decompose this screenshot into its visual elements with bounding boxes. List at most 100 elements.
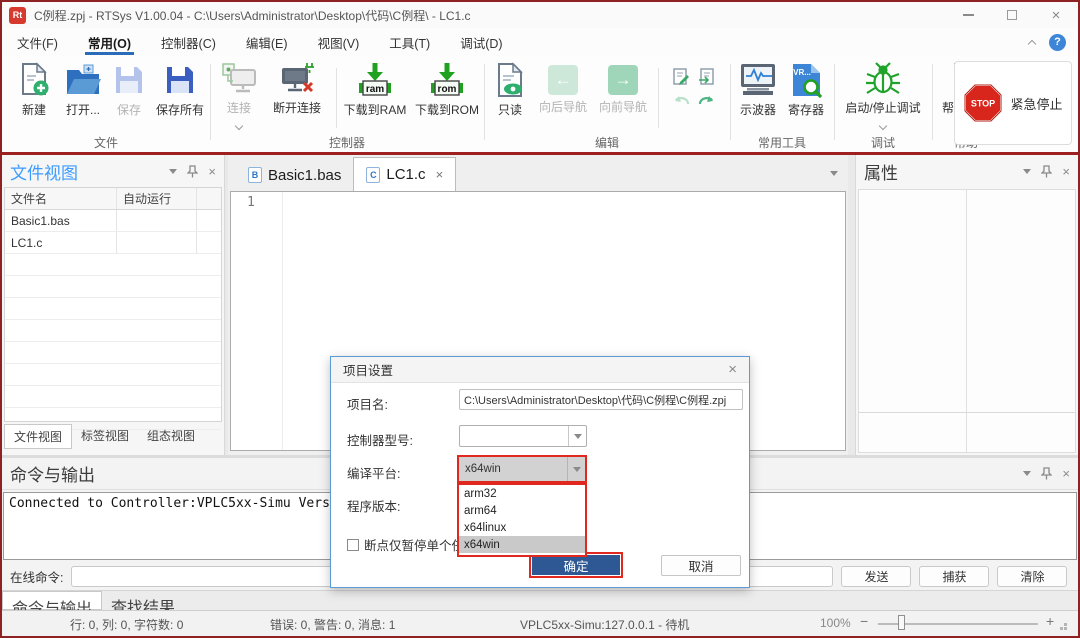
tab-list-dropdown-icon[interactable] xyxy=(830,171,838,176)
ribbon-group-debug: 调试 xyxy=(834,134,932,150)
emergency-stop-button[interactable]: STOP 紧急停止 xyxy=(954,61,1072,145)
panel-menu-icon[interactable] xyxy=(1023,169,1031,174)
file-row-lc1[interactable]: LC1.c xyxy=(5,232,221,254)
controller-status: VPLC5xx-Simu:127.0.0.1 - 待机 xyxy=(520,616,689,633)
ribbon-group-tools: 常用工具 xyxy=(730,134,834,150)
project-name-label: 项目名: xyxy=(347,394,388,413)
panel-menu-icon[interactable] xyxy=(169,169,177,174)
menu-view[interactable]: 视图(V) xyxy=(303,28,375,56)
panel-menu-icon[interactable] xyxy=(1023,471,1031,476)
undo-icon[interactable] xyxy=(672,94,690,106)
download-rom-button[interactable]: rom 下载到ROM xyxy=(414,62,480,118)
output-title: 命令与输出 xyxy=(10,461,95,486)
tab-lc1[interactable]: C LC1.c × xyxy=(353,157,456,191)
save-icon xyxy=(113,62,145,98)
minimize-button[interactable] xyxy=(946,3,990,27)
save-all-icon xyxy=(164,62,196,98)
file-row-basic1[interactable]: Basic1.bas xyxy=(5,210,221,232)
tab-config-view[interactable]: 组态视图 xyxy=(138,424,204,449)
col-autorun: 自动运行 xyxy=(117,188,197,209)
cursor-position: 行: 0, 列: 0, 字符数: 0 xyxy=(70,616,183,633)
resize-grip[interactable] xyxy=(1064,623,1067,626)
zoom-in-button[interactable]: + xyxy=(1046,613,1054,629)
navigate-forward-button[interactable]: → 向前导航 xyxy=(594,62,652,115)
collapse-ribbon-icon[interactable] xyxy=(1028,39,1036,47)
properties-header: 属性 × xyxy=(856,155,1078,187)
readonly-icon xyxy=(495,62,525,98)
capture-button[interactable]: 捕获 xyxy=(919,566,989,587)
navigate-back-button[interactable]: ← 向后导航 xyxy=(534,62,592,115)
oscilloscope-button[interactable]: 示波器 xyxy=(736,62,780,118)
zoom-out-button[interactable]: − xyxy=(860,613,868,629)
readonly-button[interactable]: 只读 xyxy=(490,62,530,118)
maximize-button[interactable] xyxy=(990,3,1034,27)
pin-icon[interactable] xyxy=(187,165,198,178)
start-stop-debug-button[interactable]: 启动/停止调试 xyxy=(838,62,928,134)
option-arm64[interactable]: arm64 xyxy=(459,502,585,519)
new-button[interactable]: 新建 xyxy=(12,62,56,118)
register-icon: VR... xyxy=(789,62,823,98)
menu-controller[interactable]: 控制器(C) xyxy=(146,28,231,56)
option-x64win[interactable]: x64win xyxy=(459,536,585,553)
panel-close-icon[interactable]: × xyxy=(1062,165,1070,178)
edit-code-icon[interactable] xyxy=(672,68,690,86)
compile-platform-label: 编译平台: xyxy=(347,463,400,482)
send-button[interactable]: 发送 xyxy=(841,566,911,587)
option-arm32[interactable]: arm32 xyxy=(459,485,585,502)
menu-debug[interactable]: 调试(D) xyxy=(445,28,517,56)
panel-close-icon[interactable]: × xyxy=(208,165,216,178)
tab-label-view[interactable]: 标签视图 xyxy=(72,424,138,449)
menu-bar: 文件(F) 常用(O) 控制器(C) 编辑(E) 视图(V) 工具(T) 调试(… xyxy=(2,28,1078,56)
register-button[interactable]: VR... 寄存器 xyxy=(784,62,828,118)
redo-icon[interactable] xyxy=(698,94,716,106)
debug-dropdown-icon[interactable] xyxy=(879,122,887,130)
chevron-down-icon xyxy=(573,467,581,472)
save-all-button[interactable]: 保存所有 xyxy=(150,62,210,118)
option-x64linux[interactable]: x64linux xyxy=(459,519,585,536)
edit-mini-buttons xyxy=(666,68,722,106)
save-button[interactable]: 保存 xyxy=(110,62,148,118)
compile-platform-select[interactable]: x64win xyxy=(457,455,587,483)
editor-tab-bar: B Basic1.bas C LC1.c × xyxy=(228,157,848,191)
tab-close-icon[interactable]: × xyxy=(436,167,444,182)
breakpoint-checkbox[interactable] xyxy=(347,539,359,551)
close-icon: × xyxy=(1052,7,1061,24)
menu-edit[interactable]: 编辑(E) xyxy=(231,28,303,56)
panel-close-icon[interactable]: × xyxy=(1062,467,1070,480)
tab-file-view[interactable]: 文件视图 xyxy=(4,424,72,449)
menu-file[interactable]: 文件(F) xyxy=(2,28,73,56)
ok-button[interactable]: 确定 xyxy=(532,555,620,575)
new-file-icon xyxy=(18,62,50,98)
menu-tools[interactable]: 工具(T) xyxy=(374,28,445,56)
help-icon[interactable]: ? xyxy=(1049,34,1066,51)
pin-icon[interactable] xyxy=(1041,165,1052,178)
tab-command-output[interactable]: 命令与输出 xyxy=(2,591,102,610)
minimize-icon xyxy=(963,14,974,16)
stop-sign-icon: STOP xyxy=(963,83,1003,123)
pin-icon[interactable] xyxy=(1041,467,1052,480)
ram-text: ram xyxy=(366,84,384,95)
dialog-close-icon[interactable]: × xyxy=(728,362,737,377)
download-ram-button[interactable]: ram 下载到RAM xyxy=(342,62,408,118)
connect-button[interactable]: 连接 xyxy=(216,62,262,134)
tab-basic1[interactable]: B Basic1.bas xyxy=(236,159,353,191)
clear-button[interactable]: 清除 xyxy=(997,566,1067,587)
download-rom-icon: rom xyxy=(427,62,467,98)
line-number: 1 xyxy=(247,195,255,210)
project-settings-dialog: 项目设置 × 项目名: 控制器型号: 编译平台: x64win 程序版本: 断点… xyxy=(330,356,750,588)
editor-gutter: 1 xyxy=(231,192,283,450)
menu-home[interactable]: 常用(O) xyxy=(73,28,146,56)
disconnect-button[interactable]: 断开连接 xyxy=(264,62,330,116)
controller-model-select[interactable] xyxy=(459,425,587,447)
zoom-slider-thumb[interactable] xyxy=(898,615,905,630)
open-button[interactable]: 打开... xyxy=(60,62,106,118)
project-name-input[interactable] xyxy=(459,389,743,410)
tab-find-results[interactable]: 查找结果 xyxy=(102,591,184,610)
close-button[interactable]: × xyxy=(1034,3,1078,27)
cancel-button[interactable]: 取消 xyxy=(661,555,741,576)
disconnect-icon xyxy=(279,62,315,96)
goto-line-icon[interactable] xyxy=(698,68,716,86)
file-view-panel: 文件视图 × 文件名 自动运行 Basic1.bas xyxy=(2,155,225,455)
output-tabs: 命令与输出 查找结果 xyxy=(2,590,1078,610)
connect-dropdown-icon[interactable] xyxy=(235,122,243,130)
